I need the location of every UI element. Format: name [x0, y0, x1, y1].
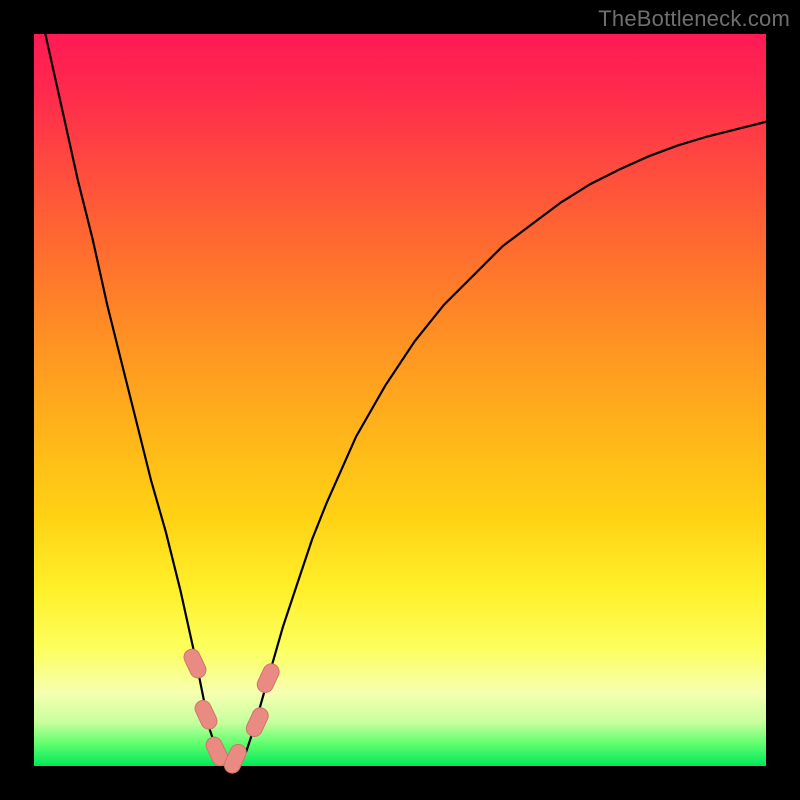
curve-marker: [255, 661, 282, 695]
bottleneck-curve: [34, 0, 766, 766]
curve-markers: [181, 647, 281, 776]
chart-frame: TheBottleneck.com: [0, 0, 800, 800]
watermark-text: TheBottleneck.com: [598, 6, 790, 32]
chart-svg: [34, 34, 766, 766]
curve-marker: [244, 705, 271, 739]
chart-plot-area: [34, 34, 766, 766]
curve-marker: [192, 698, 219, 732]
curve-marker: [181, 647, 208, 681]
